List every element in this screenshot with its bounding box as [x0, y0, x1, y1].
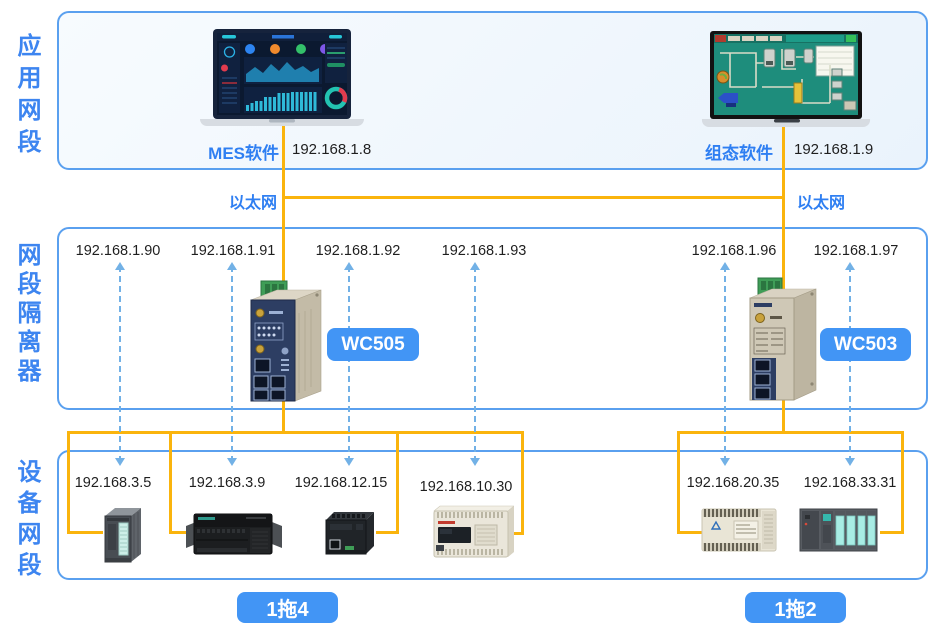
ratio-badge-1-to-4: 1拖4	[237, 592, 338, 623]
cable-drop-3	[396, 431, 399, 534]
mapping-arrow-6	[849, 266, 851, 462]
mapping-arrow-2	[231, 266, 233, 462]
mapping-arrow-5	[724, 266, 726, 462]
plc-q-series-image	[798, 505, 879, 555]
cable-stub-1	[67, 531, 103, 534]
cable-bus-right	[677, 431, 904, 434]
wc503-ip-1: 192.168.1.96	[692, 243, 777, 259]
application-segment-label: 应用网段	[11, 33, 41, 161]
cable-drop-6	[901, 431, 904, 534]
cable-drop-5	[677, 431, 680, 534]
plc-s7-300-image	[99, 504, 145, 566]
scada-node-label: 组态软件	[697, 139, 773, 164]
scada-laptop-image	[700, 31, 872, 129]
wc505-ip-2: 192.168.1.91	[191, 243, 276, 259]
wc503-gateway-image	[746, 276, 820, 408]
mes-node-ip: 192.168.1.8	[292, 141, 371, 158]
mapping-arrow-4	[474, 266, 476, 462]
device-segment-label: 设备网段	[11, 459, 41, 583]
device-ip-5: 192.168.20.35	[687, 475, 780, 491]
plc-compact-image	[320, 506, 382, 560]
device-ip-2: 192.168.3.9	[189, 475, 266, 491]
device-ip-1: 192.168.3.5	[75, 475, 152, 491]
plc-s7-200-image	[186, 508, 282, 560]
mapping-arrow-3	[348, 266, 350, 462]
wc505-ip-1: 192.168.1.90	[76, 243, 161, 259]
mes-node-label: MES软件	[199, 139, 279, 164]
ethernet-label-right: 以太网	[797, 189, 845, 213]
cable-drop-1	[67, 431, 70, 534]
device-ip-6: 192.168.33.31	[804, 475, 897, 491]
wc503-model-badge: WC503	[820, 328, 911, 361]
network-topology-diagram: 应用网段 网段隔离器 设备网段	[0, 0, 939, 634]
plc-fx-series-image	[430, 503, 514, 562]
wc503-ip-2: 192.168.1.97	[814, 243, 899, 259]
scada-node-ip: 192.168.1.9	[794, 141, 873, 158]
ethernet-label-left: 以太网	[217, 189, 277, 213]
ratio-badge-1-to-2: 1拖2	[745, 592, 846, 623]
cable-ethernet-backbone	[282, 196, 785, 199]
wc505-model-badge: WC505	[327, 328, 419, 361]
cable-stub-6	[880, 531, 904, 534]
wc505-gateway-image	[247, 273, 325, 409]
mapping-arrow-1	[119, 266, 121, 462]
isolator-segment-label: 网段隔离器	[11, 242, 41, 387]
wc505-ip-4: 192.168.1.93	[442, 243, 527, 259]
device-ip-4: 192.168.10.30	[420, 479, 513, 495]
device-ip-3: 192.168.12.15	[295, 475, 388, 491]
plc-dvp-series-image	[698, 505, 784, 555]
mes-laptop-image	[198, 29, 366, 129]
cable-bus-left	[67, 431, 524, 434]
wc505-ip-3: 192.168.1.92	[316, 243, 401, 259]
cable-drop-2	[169, 431, 172, 534]
cable-drop-4	[521, 431, 524, 535]
